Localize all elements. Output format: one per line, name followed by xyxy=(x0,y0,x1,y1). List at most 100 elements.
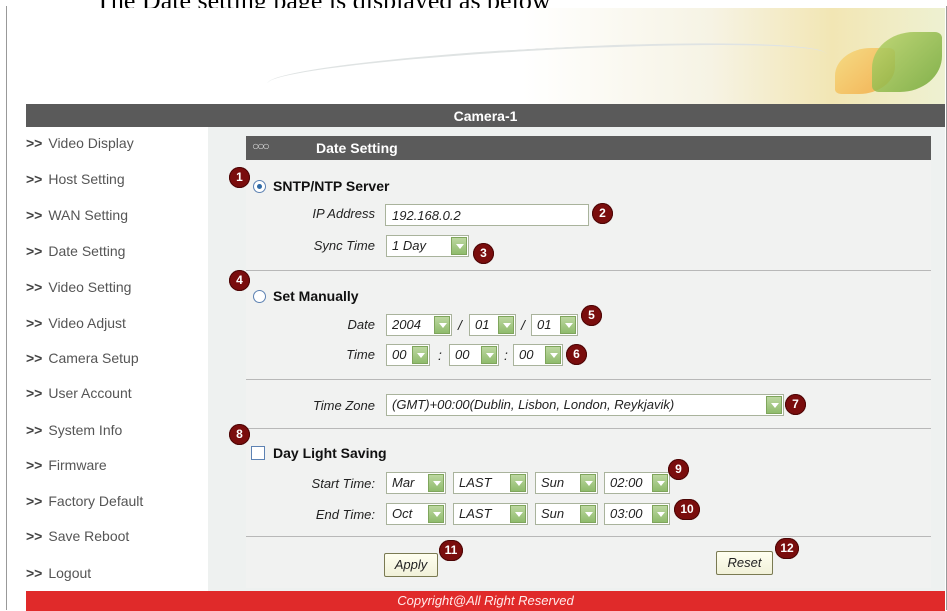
panel-header: ○○○ Date Setting xyxy=(246,136,931,160)
second-select[interactable]: 00 xyxy=(513,344,563,366)
sntp-label: SNTP/NTP Server xyxy=(273,178,390,194)
reset-button[interactable]: Reset xyxy=(716,551,773,575)
section-divider xyxy=(246,379,931,380)
chevron-down-icon xyxy=(580,474,596,492)
chevron-down-icon xyxy=(451,237,467,255)
end-time-select[interactable]: 03:00 xyxy=(604,503,670,525)
chevron-down-icon xyxy=(481,346,497,364)
chevron-down-icon xyxy=(498,316,514,334)
start-day-select[interactable]: Sun xyxy=(535,472,598,494)
sidebar-item-save-reboot[interactable]: >> Save Reboot xyxy=(26,525,129,547)
day-value: 01 xyxy=(537,317,552,332)
callout-badge-8: 8 xyxy=(229,424,250,445)
end-time-value: 03:00 xyxy=(610,506,643,521)
time-separator: : xyxy=(438,347,442,363)
month-select[interactable]: 01 xyxy=(469,314,516,336)
sidebar-item-video-display[interactable]: >> Video Display xyxy=(26,132,134,154)
section-divider xyxy=(246,270,931,271)
end-day-select[interactable]: Sun xyxy=(535,503,598,525)
start-day-value: Sun xyxy=(541,475,565,490)
date-separator: / xyxy=(521,317,525,333)
start-month-value: Mar xyxy=(392,475,415,490)
sidebar-item-video-adjust[interactable]: >> Video Adjust xyxy=(26,312,126,334)
time-label: Time xyxy=(346,347,375,362)
sidebar-item-factory-default[interactable]: >> Factory Default xyxy=(26,490,143,512)
start-time-select[interactable]: 02:00 xyxy=(604,472,670,494)
sidebar-item-system-info[interactable]: >> System Info xyxy=(26,419,122,441)
sync-time-select[interactable]: 1 Day xyxy=(386,235,469,257)
end-time-label: End Time: xyxy=(315,507,375,522)
minute-value: 00 xyxy=(455,347,470,362)
nav-arrows-icon: >> xyxy=(26,350,43,366)
start-week-select[interactable]: LAST xyxy=(453,472,528,494)
minute-select[interactable]: 00 xyxy=(449,344,499,366)
nav-arrows-icon: >> xyxy=(26,457,43,473)
nav-arrows-icon: >> xyxy=(26,528,43,544)
year-select[interactable]: 2004 xyxy=(386,314,452,336)
ip-address-label: IP Address xyxy=(312,206,375,221)
callout-badge-9: 9 xyxy=(668,459,689,480)
chevron-down-icon xyxy=(428,505,444,523)
header-banner xyxy=(7,8,945,105)
start-month-select[interactable]: Mar xyxy=(386,472,446,494)
sidebar-item-label: System Info xyxy=(48,422,123,438)
end-week-select[interactable]: LAST xyxy=(453,503,528,525)
sidebar-item-camera-setup[interactable]: >> Camera Setup xyxy=(26,347,139,369)
sntp-radio[interactable] xyxy=(253,180,266,193)
callout-badge-1: 1 xyxy=(229,167,250,188)
chevron-down-icon xyxy=(580,505,596,523)
callout-badge-6: 6 xyxy=(566,344,587,365)
chevron-down-icon xyxy=(510,474,526,492)
end-week-value: LAST xyxy=(459,506,492,521)
day-light-saving-checkbox[interactable] xyxy=(251,446,265,460)
callout-badge-7: 7 xyxy=(785,394,806,415)
sidebar-item-host-setting[interactable]: >> Host Setting xyxy=(26,168,125,190)
sidebar-item-video-setting[interactable]: >> Video Setting xyxy=(26,276,131,298)
end-day-value: Sun xyxy=(541,506,565,521)
sidebar-item-label: Camera Setup xyxy=(48,350,139,366)
start-week-value: LAST xyxy=(459,475,492,490)
nav-arrows-icon: >> xyxy=(26,315,43,331)
year-value: 2004 xyxy=(392,317,421,332)
sidebar-item-label: Save Reboot xyxy=(48,528,130,544)
nav-arrows-icon: >> xyxy=(26,385,43,401)
time-zone-select[interactable]: (GMT)+00:00(Dublin, Lisbon, London, Reyk… xyxy=(386,394,784,416)
callout-badge-12: 12 xyxy=(775,538,799,559)
nav-arrows-icon: >> xyxy=(26,493,43,509)
sidebar-item-label: Date Setting xyxy=(48,243,126,259)
hour-select[interactable]: 00 xyxy=(386,344,430,366)
chevron-down-icon xyxy=(545,346,561,364)
sidebar-item-date-setting[interactable]: >> Date Setting xyxy=(26,240,125,262)
end-month-select[interactable]: Oct xyxy=(386,503,446,525)
manual-radio[interactable] xyxy=(253,290,266,303)
callout-badge-5: 5 xyxy=(581,305,602,326)
sidebar-item-label: Video Adjust xyxy=(48,315,126,331)
manual-label: Set Manually xyxy=(273,288,359,304)
sidebar-item-firmware[interactable]: >> Firmware xyxy=(26,454,107,476)
time-separator: : xyxy=(504,347,508,363)
callout-badge-11: 11 xyxy=(439,540,463,561)
day-select[interactable]: 01 xyxy=(531,314,578,336)
nav-arrows-icon: >> xyxy=(26,171,43,187)
nav-arrows-icon: >> xyxy=(26,279,43,295)
banner-leaf-green-icon xyxy=(872,32,942,92)
nav-arrows-icon: >> xyxy=(26,565,43,581)
date-separator: / xyxy=(458,317,462,333)
nav-arrows-icon: >> xyxy=(26,207,43,223)
nav-arrows-icon: >> xyxy=(26,243,43,259)
sidebar-item-label: User Account xyxy=(48,385,132,401)
sidebar-item-label: WAN Setting xyxy=(48,207,128,223)
ip-address-input[interactable]: 192.168.0.2 xyxy=(385,204,589,226)
sidebar-item-label: Factory Default xyxy=(48,493,144,509)
sidebar-item-user-account[interactable]: >> User Account xyxy=(26,382,132,404)
apply-button[interactable]: Apply xyxy=(384,553,438,577)
time-zone-value: (GMT)+00:00(Dublin, Lisbon, London, Reyk… xyxy=(392,397,675,412)
section-divider xyxy=(246,536,931,537)
section-divider xyxy=(246,428,931,429)
sidebar-item-logout[interactable]: >> Logout xyxy=(26,562,91,584)
sidebar-item-wan-setting[interactable]: >> WAN Setting xyxy=(26,204,128,226)
second-value: 00 xyxy=(519,347,534,362)
callout-badge-2: 2 xyxy=(592,203,613,224)
sidebar-item-label: Video Display xyxy=(48,135,134,151)
start-time-label: Start Time: xyxy=(311,476,375,491)
